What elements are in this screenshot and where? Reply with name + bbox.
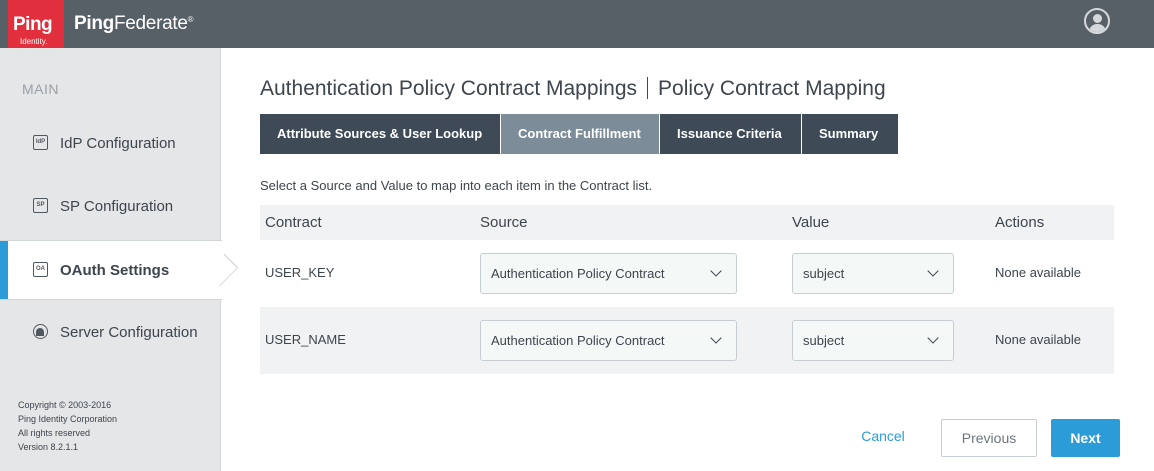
chevron-down-icon [710,332,722,344]
sp-icon: SP [33,198,48,213]
chevron-down-icon [710,265,722,277]
page-title-sub: Policy Contract Mapping [658,77,886,100]
cancel-button[interactable]: Cancel [848,418,918,456]
table-row: USER_KEY Authentication Policy Contract … [260,240,1114,307]
contract-mapping-table: Contract Source Value Actions USER_KEY A… [260,205,1114,374]
chevron-down-icon [927,265,939,277]
ping-identity-logo[interactable]: Ping Identity. [8,0,64,50]
contract-name: USER_NAME [265,332,346,347]
source-select[interactable]: Authentication Policy Contract [480,253,737,294]
source-select-value: Authentication Policy Contract [491,333,665,348]
sidebar: MAIN IdP IdP Configuration SP SP Configu… [0,48,239,471]
sidebar-item-server-configuration[interactable]: Server Configuration [0,303,221,363]
chevron-down-icon [927,332,939,344]
contract-name: USER_KEY [265,265,335,280]
source-select-value: Authentication Policy Contract [491,266,665,281]
copyright-notice: Copyright © 2003-2016 Ping Identity Corp… [18,400,118,452]
sidebar-item-oauth-settings[interactable]: OA OAuth Settings [0,240,239,300]
active-indicator-arrow [205,253,239,287]
oauth-icon: OA [33,262,48,277]
value-select[interactable]: subject [792,253,954,294]
sidebar-item-label: Server Configuration [60,324,198,341]
top-bar: Ping Identity. PingFederate® [0,0,1154,50]
server-icon [33,324,48,339]
logo-subtext: Identity. [20,37,48,46]
tab-summary[interactable]: Summary [802,114,898,154]
page-title: Authentication Policy Contract Mappings P… [260,77,886,101]
table-header-row: Contract Source Value Actions [260,205,1114,240]
logo-text: Ping [13,14,53,35]
previous-button[interactable]: Previous [941,419,1037,457]
actions-text: None available [995,332,1082,347]
column-header-contract: Contract [265,214,322,231]
idp-icon: IdP [33,135,48,150]
tab-contract-fulfillment[interactable]: Contract Fulfillment [501,114,659,154]
value-select[interactable]: subject [792,320,954,361]
tab-attribute-sources[interactable]: Attribute Sources & User Lookup [260,114,500,154]
wizard-tabs: Attribute Sources & User Lookup Contract… [260,114,899,154]
next-button[interactable]: Next [1051,419,1120,457]
actions-text: None available [995,265,1082,280]
sidebar-item-label: SP Configuration [60,198,174,215]
sidebar-item-label: OAuth Settings [60,262,170,279]
table-row: USER_NAME Authentication Policy Contract… [260,307,1114,374]
page-title-main: Authentication Policy Contract Mappings [260,77,638,100]
title-separator [647,77,649,99]
product-name: PingFederate® [74,13,194,34]
value-select-value: subject [803,333,845,348]
user-avatar-icon[interactable] [1084,8,1110,34]
column-header-actions: Actions [995,214,1045,231]
instructions-text: Select a Source and Value to map into ea… [260,178,653,193]
sidebar-item-label: IdP Configuration [60,135,176,152]
sidebar-item-idp-configuration[interactable]: IdP IdP Configuration [0,114,221,174]
sidebar-item-sp-configuration[interactable]: SP SP Configuration [0,177,221,237]
sidebar-heading: MAIN [22,81,59,97]
column-header-value: Value [792,214,830,231]
tab-issuance-criteria[interactable]: Issuance Criteria [660,114,801,154]
value-select-value: subject [803,266,845,281]
column-header-source: Source [480,214,528,231]
main-content: Authentication Policy Contract Mappings P… [260,48,1120,471]
source-select[interactable]: Authentication Policy Contract [480,320,737,361]
